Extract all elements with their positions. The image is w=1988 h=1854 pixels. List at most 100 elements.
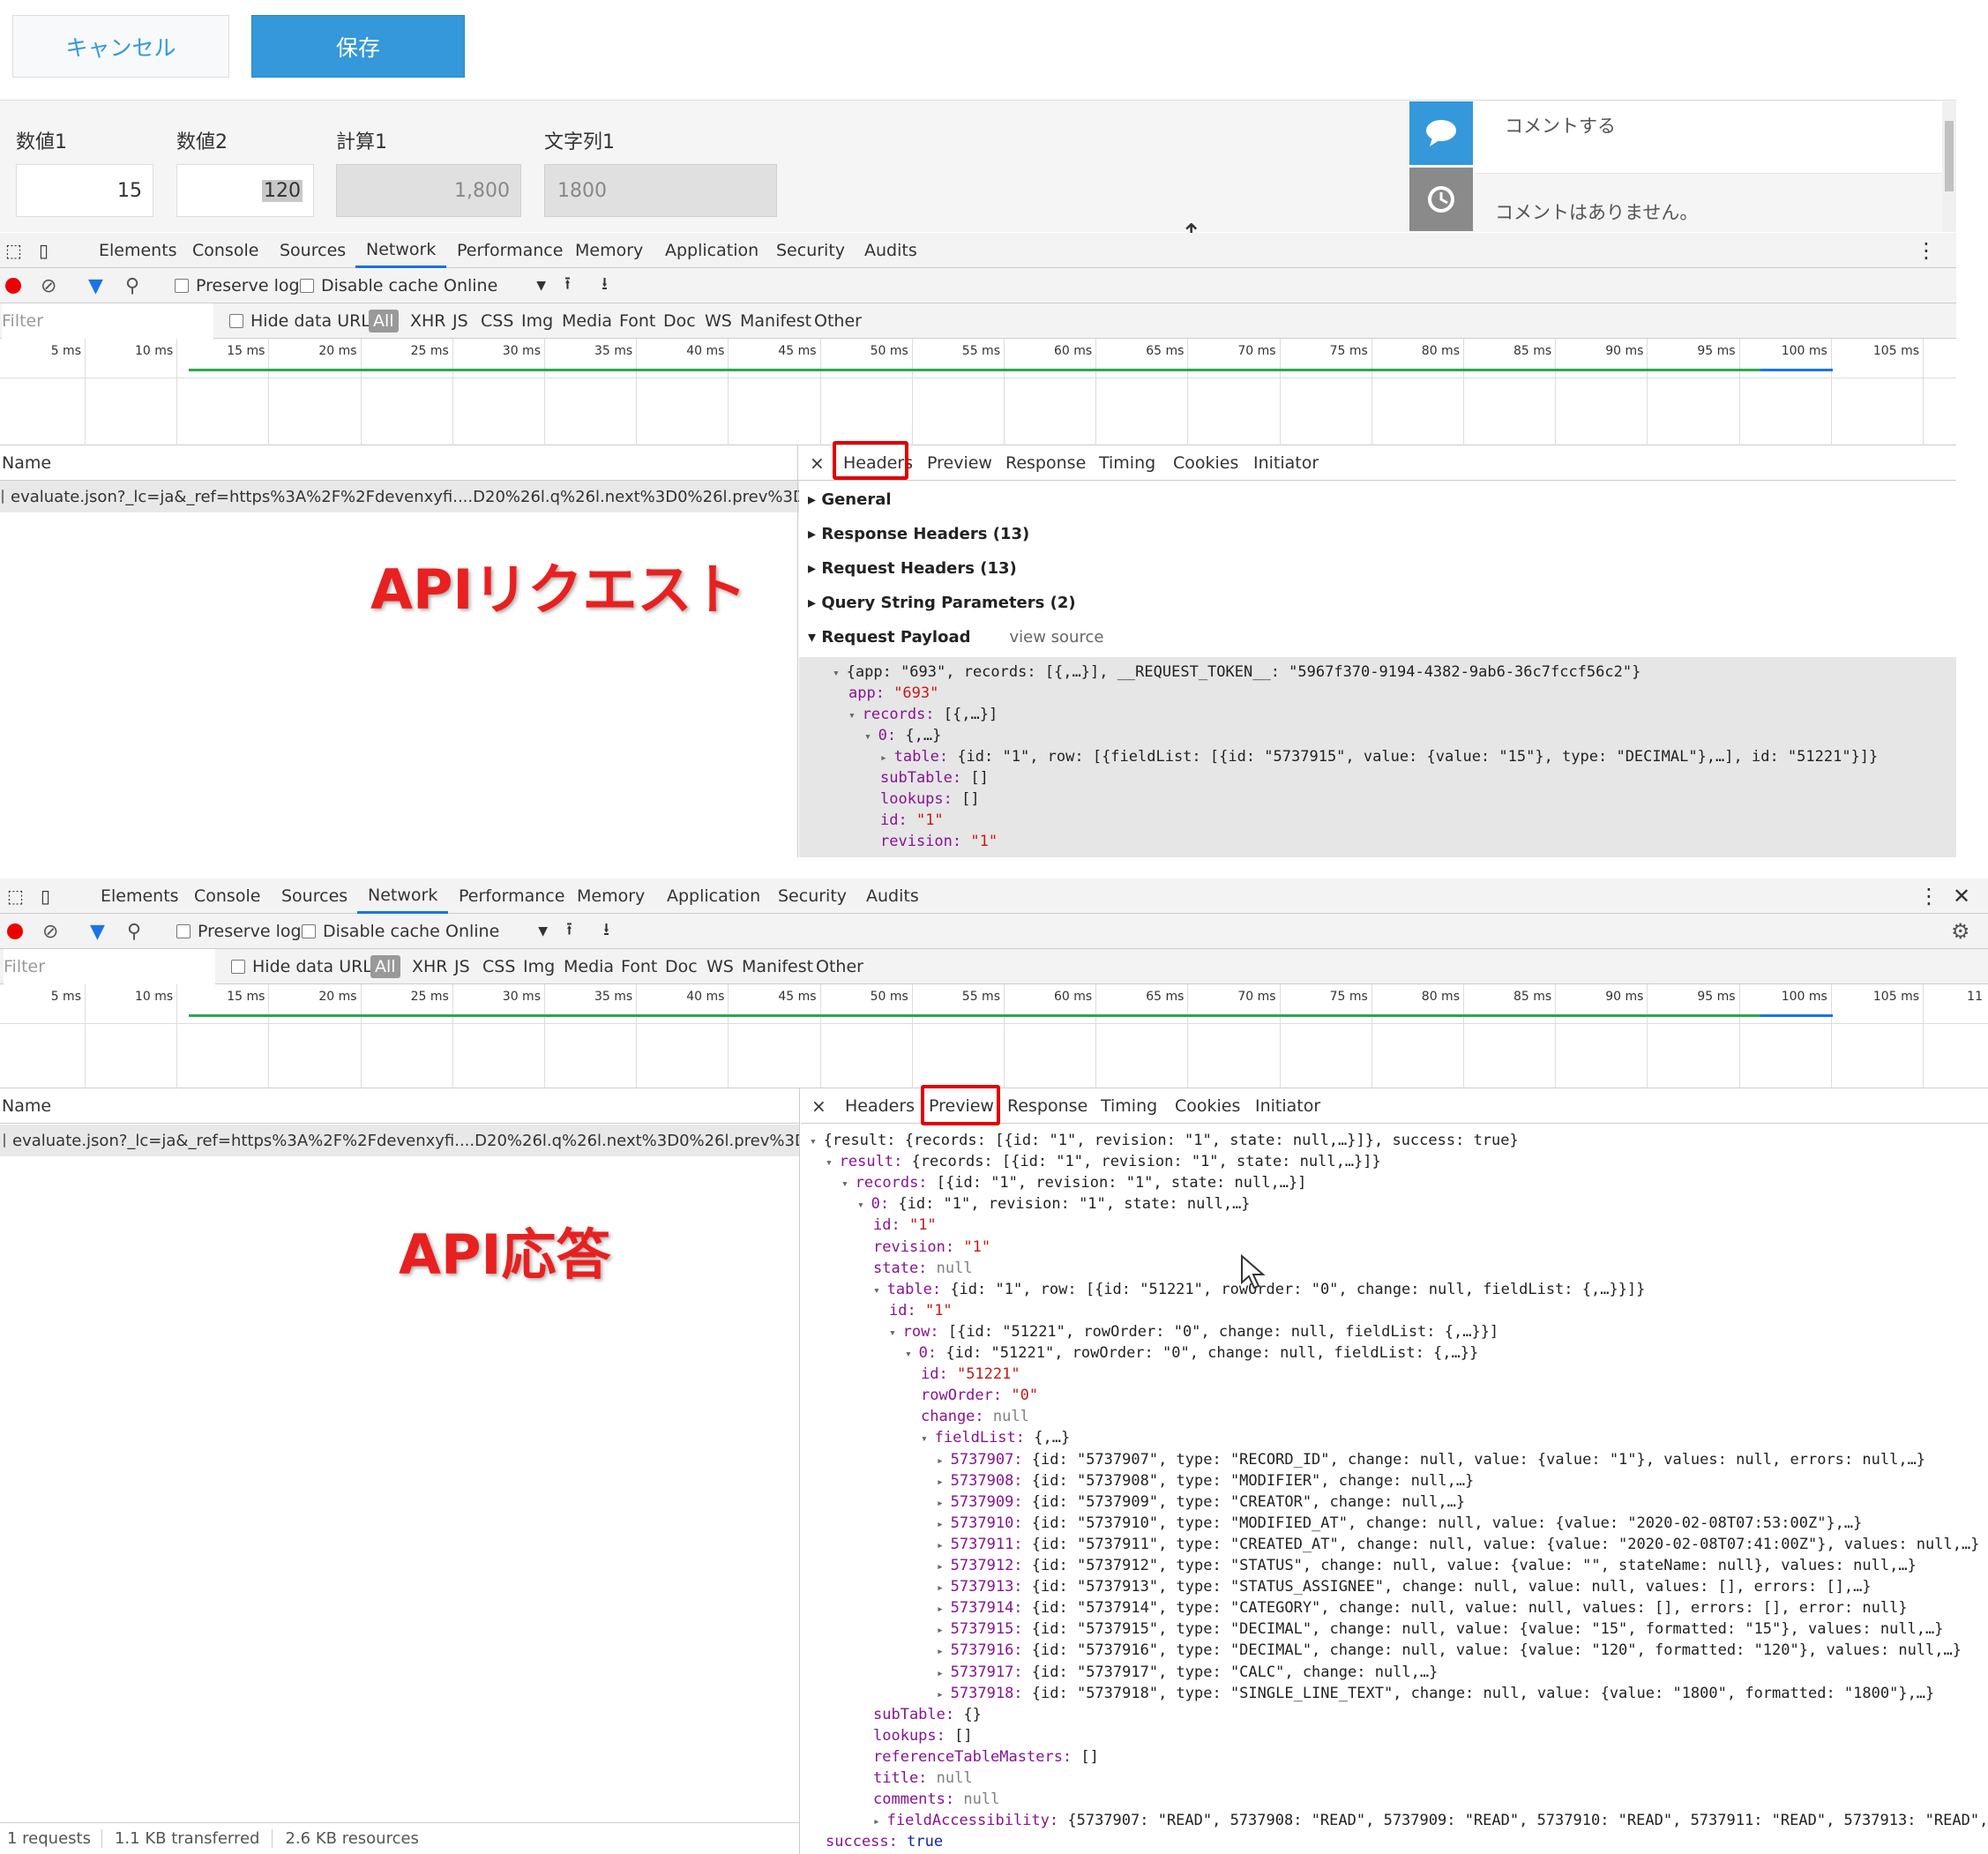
type-ws[interactable]: WS [706,949,734,984]
type-all[interactable]: All [369,303,399,339]
json-tree-line[interactable]: ▸ 5737913: {id: "5737913", type: "STATUS… [937,1578,1872,1596]
search-icon[interactable]: ⚲ [127,914,141,949]
tab-initiator[interactable]: Initiator [1253,445,1319,481]
request-row[interactable]: evaluate.json?_lc=ja&_ref=https%3A%2F%2F… [0,1125,799,1156]
close-icon[interactable]: × [810,445,825,481]
type-img[interactable]: Img [521,303,553,339]
json-tree-line[interactable]: ▸ 5737917: {id: "5737917", type: "CALC",… [937,1663,1438,1681]
type-xhr[interactable]: XHR [410,303,446,339]
json-tree-line[interactable]: ▾ records: [{,…}] [848,706,998,723]
tab-performance[interactable]: Performance [459,878,564,914]
type-manifest[interactable]: Manifest [742,949,813,984]
section-request-headers[interactable]: ▸ Request Headers (13) [808,559,1017,578]
comment-icon[interactable] [1409,101,1473,165]
json-tree-line[interactable]: ▸ 5737915: {id: "5737915", type: "DECIMA… [937,1620,1944,1638]
close-devtools-icon[interactable]: ✕ [1953,878,1970,914]
json-tree-line[interactable]: ▾ 0: {id: "1", revision: "1", state: nul… [857,1195,1251,1213]
section-response-headers[interactable]: ▸ Response Headers (13) [808,525,1029,543]
tab-network[interactable]: Network [355,233,447,268]
disable-cache-checkbox[interactable]: Disable cache [300,268,438,303]
json-tree-line[interactable]: ▸ 5737907: {id: "5737907", type: "RECORD… [937,1451,1925,1469]
type-css[interactable]: CSS [482,949,515,984]
type-media[interactable]: Media [562,303,612,339]
disable-cache-checkbox[interactable]: Disable cache [302,914,440,949]
type-ws[interactable]: WS [705,303,732,339]
tab-console[interactable]: Console [192,233,258,268]
json-tree-line[interactable]: ▸ 5737911: {id: "5737911", type: "CREATE… [937,1536,1979,1553]
tab-memory[interactable]: Memory [577,878,645,914]
type-js[interactable]: JS [454,949,470,984]
record-icon[interactable] [7,914,23,949]
type-font[interactable]: Font [621,949,657,984]
inspect-icon[interactable]: ⬚ [5,233,22,268]
json-tree-line[interactable]: ▾ records: [{id: "1", revision: "1", sta… [841,1174,1306,1192]
tab-preview[interactable]: Preview [927,445,992,481]
section-general[interactable]: ▸ General [808,490,892,509]
device-icon[interactable]: ▯ [41,878,50,914]
import-icon[interactable]: ⭱ [564,268,571,303]
more-menu-icon[interactable]: ⋮ [1918,878,1939,914]
tab-application[interactable]: Application [667,878,760,914]
type-other[interactable]: Other [814,303,862,339]
export-icon[interactable]: ⭳ [602,268,608,303]
tab-network[interactable]: Network [357,878,449,914]
json-tree-line[interactable]: ▸ 5737916: {id: "5737916", type: "DECIMA… [937,1641,1962,1659]
tab-memory[interactable]: Memory [575,233,643,268]
type-js[interactable]: JS [452,303,468,339]
filter-input[interactable]: Filter [4,949,215,984]
hide-data-urls-checkbox[interactable]: Hide data URLs [231,949,381,984]
json-tree-line[interactable]: ▾ result: {records: [{id: "1", revision:… [826,1153,1381,1170]
type-doc[interactable]: Doc [663,303,696,339]
type-img[interactable]: Img [523,949,555,984]
json-tree-line[interactable]: ▸ 5737912: {id: "5737912", type: "STATUS… [937,1557,1917,1574]
save-button[interactable]: 保存 [251,15,465,78]
type-other[interactable]: Other [816,949,863,984]
tab-timing[interactable]: Timing [1101,1088,1157,1124]
json-tree-line[interactable]: ▸ 5737909: {id: "5737909", type: "CREATO… [937,1493,1465,1511]
tab-elements[interactable]: Elements [101,878,179,914]
close-icon[interactable]: × [811,1088,826,1124]
comment-input[interactable]: コメントする [1475,101,1942,174]
type-xhr[interactable]: XHR [412,949,448,984]
type-font[interactable]: Font [619,303,655,339]
settings-icon[interactable]: ⚙ [1951,914,1970,949]
json-tree-line[interactable]: ▸ 5737910: {id: "5737910", type: "MODIFI… [937,1514,1862,1532]
throttle-select[interactable]: Online ▼ [444,268,546,303]
tab-security[interactable]: Security [778,878,847,914]
tab-sources[interactable]: Sources [281,878,348,914]
preserve-log-checkbox[interactable]: Preserve log [176,914,302,949]
throttle-select[interactable]: Online ▼ [445,914,548,949]
clear-icon[interactable]: ⊘ [41,268,56,303]
filter-input[interactable]: Filter [2,303,213,339]
num1-input[interactable]: 15 [16,164,153,217]
tab-console[interactable]: Console [194,878,260,914]
search-icon[interactable]: ⚲ [125,268,139,303]
section-request-payload[interactable]: ▾ Request Payload view source [808,628,1103,647]
tab-audits[interactable]: Audits [864,233,917,268]
json-tree-line[interactable]: ▾ {result: {records: [{id: "1", revision… [810,1132,1519,1149]
import-icon[interactable]: ⭱ [566,914,572,949]
hide-data-urls-checkbox[interactable]: Hide data URLs [229,303,379,339]
tab-performance[interactable]: Performance [457,233,563,268]
num2-input[interactable]: 120 [176,164,314,217]
inspect-icon[interactable]: ⬚ [7,878,24,914]
comment-scrollbar[interactable] [1942,101,1956,232]
json-tree-line[interactable]: ▾ {app: "693", records: [{,…}], __REQUES… [833,663,1640,681]
json-tree-line[interactable]: ▸ fieldAccessibility: {5737907: "READ", … [873,1812,1988,1829]
refresh-icon[interactable] [1409,168,1473,231]
view-source-link[interactable]: view source [1009,628,1103,647]
request-row[interactable]: evaluate.json?_lc=ja&_ref=https%3A%2F%2F… [0,481,799,512]
tab-timing[interactable]: Timing [1099,445,1155,481]
record-icon[interactable] [5,268,21,303]
tab-security[interactable]: Security [776,233,845,268]
type-css[interactable]: CSS [481,303,513,339]
clear-icon[interactable]: ⊘ [42,914,58,949]
tab-response[interactable]: Response [1005,445,1086,481]
preserve-log-checkbox[interactable]: Preserve log [175,268,300,303]
filter-icon[interactable]: ▼ [88,268,103,303]
json-tree-line[interactable]: ▸ table: {id: "1", row: [{fieldList: [{i… [880,748,1878,766]
tab-response[interactable]: Response [1007,1088,1087,1124]
tab-cookies[interactable]: Cookies [1173,445,1238,481]
section-query-string[interactable]: ▸ Query String Parameters (2) [808,594,1076,612]
json-tree-line[interactable]: ▸ 5737908: {id: "5737908", type: "MODIFI… [937,1472,1474,1490]
